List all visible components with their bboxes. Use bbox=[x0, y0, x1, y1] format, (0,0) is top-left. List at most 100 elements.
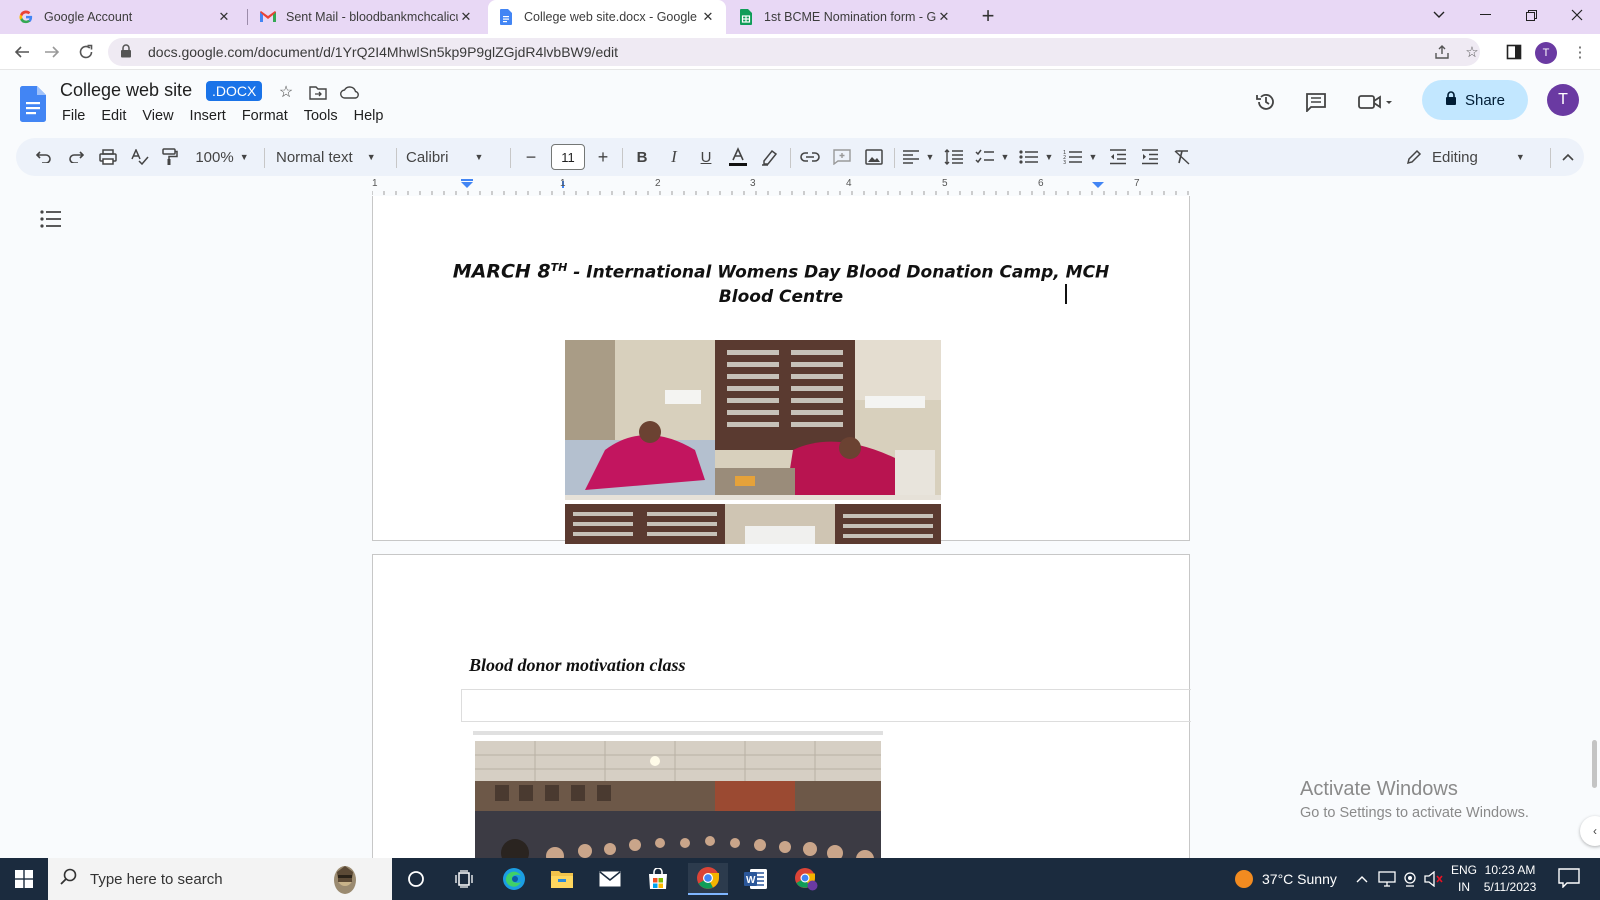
align-select[interactable]: ▼ bbox=[900, 145, 936, 169]
paint-format-icon[interactable] bbox=[158, 145, 182, 169]
share-page-icon[interactable] bbox=[1432, 42, 1452, 62]
increase-indent-icon[interactable] bbox=[1138, 145, 1162, 169]
cortana-icon[interactable] bbox=[396, 863, 436, 895]
document-outline-icon[interactable] bbox=[40, 210, 62, 230]
motivation-class-photo[interactable] bbox=[475, 741, 881, 858]
chrome-icon[interactable] bbox=[688, 863, 728, 895]
caret-down-icon: ▼ bbox=[925, 152, 935, 162]
document-title[interactable]: College web site bbox=[60, 80, 192, 101]
editing-mode-select[interactable]: Editing ▼ bbox=[1406, 145, 1534, 169]
browser-profile-avatar[interactable]: T bbox=[1535, 42, 1557, 64]
close-tab-icon[interactable]: ✕ bbox=[936, 9, 952, 25]
clear-formatting-icon[interactable] bbox=[1170, 145, 1194, 169]
line-spacing-icon[interactable] bbox=[942, 145, 966, 169]
vertical-scrollbar-thumb[interactable] bbox=[1592, 740, 1597, 788]
close-tab-icon[interactable]: ✕ bbox=[216, 9, 232, 25]
chrome-profile-icon[interactable] bbox=[786, 863, 826, 895]
windows-start-icon[interactable] bbox=[0, 858, 48, 900]
font-size-input[interactable]: 11 bbox=[551, 144, 585, 170]
menu-tools[interactable]: Tools bbox=[296, 106, 346, 126]
zoom-select[interactable]: 100% ▼ bbox=[190, 145, 254, 169]
paragraph-style-select[interactable]: Normal text ▼ bbox=[276, 145, 388, 169]
word-icon[interactable]: W bbox=[736, 863, 776, 895]
increase-font-size-icon[interactable]: + bbox=[592, 145, 614, 169]
cloud-status-icon[interactable] bbox=[340, 82, 360, 102]
blood-donation-photo-2[interactable] bbox=[565, 504, 941, 544]
star-icon[interactable]: ☆ bbox=[276, 82, 296, 102]
menu-view[interactable]: View bbox=[134, 106, 181, 126]
tab-bcme-nomination[interactable]: 1st BCME Nomination form - Goo ✕ bbox=[728, 0, 962, 34]
microsoft-store-icon[interactable] bbox=[638, 863, 678, 895]
bold-icon[interactable]: B bbox=[630, 145, 654, 169]
menu-edit[interactable]: Edit bbox=[93, 106, 134, 126]
minimize-button[interactable] bbox=[1462, 0, 1508, 30]
tab-college-web-site[interactable]: College web site.docx - Google D ✕ bbox=[488, 0, 726, 34]
close-window-button[interactable] bbox=[1554, 0, 1600, 30]
underline-icon[interactable]: U bbox=[694, 145, 718, 169]
hide-menus-chevron-icon[interactable] bbox=[1556, 145, 1580, 169]
insert-link-icon[interactable] bbox=[798, 145, 822, 169]
new-tab-button[interactable]: + bbox=[976, 5, 1000, 29]
document-page[interactable]: Blood donor motivation class bbox=[372, 554, 1191, 858]
network-icon[interactable] bbox=[1378, 858, 1396, 900]
notification-center-icon[interactable] bbox=[1558, 868, 1580, 890]
camera-icon[interactable] bbox=[1402, 858, 1418, 900]
caret-down-icon: ▼ bbox=[1044, 152, 1054, 162]
blood-donation-photo[interactable] bbox=[565, 340, 941, 500]
task-view-icon[interactable] bbox=[444, 863, 484, 895]
url-field[interactable]: docs.google.com/document/d/1YrQ2I4MhwlSn… bbox=[108, 38, 1480, 66]
spellcheck-icon[interactable] bbox=[128, 145, 152, 169]
close-tab-icon[interactable]: ✕ bbox=[458, 9, 474, 25]
weather-widget[interactable]: 37°C Sunny bbox=[1234, 858, 1337, 900]
print-icon[interactable] bbox=[96, 145, 120, 169]
meet-camera-icon[interactable] bbox=[1356, 88, 1396, 116]
document-page[interactable]: MARCH 8TH - International Womens Day Blo… bbox=[372, 196, 1190, 544]
taskbar-search-input[interactable]: Type here to search bbox=[48, 858, 392, 900]
account-avatar[interactable]: T bbox=[1547, 84, 1579, 116]
italic-icon[interactable]: I bbox=[662, 145, 686, 169]
menu-format[interactable]: Format bbox=[234, 106, 296, 126]
version-history-icon[interactable] bbox=[1252, 88, 1280, 116]
redo-icon[interactable] bbox=[64, 145, 88, 169]
restore-button[interactable] bbox=[1508, 0, 1554, 30]
bulleted-list-select[interactable]: ▼ bbox=[1018, 145, 1054, 169]
tab-sent-mail[interactable]: Sent Mail - bloodbankmchcalicut ✕ bbox=[250, 0, 484, 34]
text-color-icon[interactable] bbox=[726, 145, 750, 169]
file-explorer-icon[interactable] bbox=[542, 863, 582, 895]
checklist-select[interactable]: ▼ bbox=[974, 145, 1010, 169]
decrease-font-size-icon[interactable]: − bbox=[520, 145, 542, 169]
back-button[interactable] bbox=[10, 40, 34, 64]
add-comment-icon[interactable] bbox=[830, 145, 854, 169]
bookmark-star-icon[interactable]: ☆ bbox=[1462, 42, 1482, 62]
tab-google-account[interactable]: Google Account ✕ bbox=[8, 0, 242, 34]
volume-muted-icon[interactable] bbox=[1424, 858, 1444, 900]
horizontal-ruler[interactable]: 1 1 2 3 4 5 6 7 bbox=[371, 178, 1190, 196]
forward-button[interactable] bbox=[40, 40, 64, 64]
comments-icon[interactable] bbox=[1302, 88, 1330, 116]
font-family-select[interactable]: Calibri ▼ bbox=[406, 145, 498, 169]
menu-insert[interactable]: Insert bbox=[182, 106, 234, 126]
side-panel-toggle-chevron-icon[interactable]: ‹ bbox=[1580, 816, 1600, 846]
tab-search-chevron-icon[interactable] bbox=[1416, 0, 1462, 30]
more-options-icon[interactable]: ⋮ bbox=[1570, 42, 1590, 62]
mail-icon[interactable] bbox=[590, 863, 630, 895]
move-folder-icon[interactable] bbox=[308, 82, 328, 102]
menu-file[interactable]: File bbox=[60, 106, 93, 126]
close-tab-icon[interactable]: ✕ bbox=[700, 9, 716, 25]
style-value: Normal text bbox=[276, 148, 353, 166]
google-docs-logo-icon[interactable] bbox=[20, 86, 46, 122]
share-button[interactable]: Share bbox=[1422, 80, 1528, 120]
undo-icon[interactable] bbox=[32, 145, 56, 169]
system-clock[interactable]: 10:23 AM 5/11/2023 bbox=[1470, 862, 1550, 896]
numbered-list-select[interactable]: 123 ▼ bbox=[1062, 145, 1098, 169]
highlight-color-icon[interactable] bbox=[758, 145, 782, 169]
reload-button[interactable] bbox=[74, 40, 98, 64]
document-canvas[interactable]: MARCH 8TH - International Womens Day Blo… bbox=[0, 196, 1600, 858]
show-hidden-icons-chevron-icon[interactable] bbox=[1356, 858, 1368, 900]
decrease-indent-icon[interactable] bbox=[1106, 145, 1130, 169]
motivation-class-heading[interactable]: Blood donor motivation class bbox=[469, 655, 686, 676]
menu-help[interactable]: Help bbox=[346, 106, 392, 126]
insert-image-icon[interactable] bbox=[862, 145, 886, 169]
side-panel-icon[interactable] bbox=[1504, 42, 1524, 62]
edge-browser-icon[interactable] bbox=[494, 863, 534, 895]
